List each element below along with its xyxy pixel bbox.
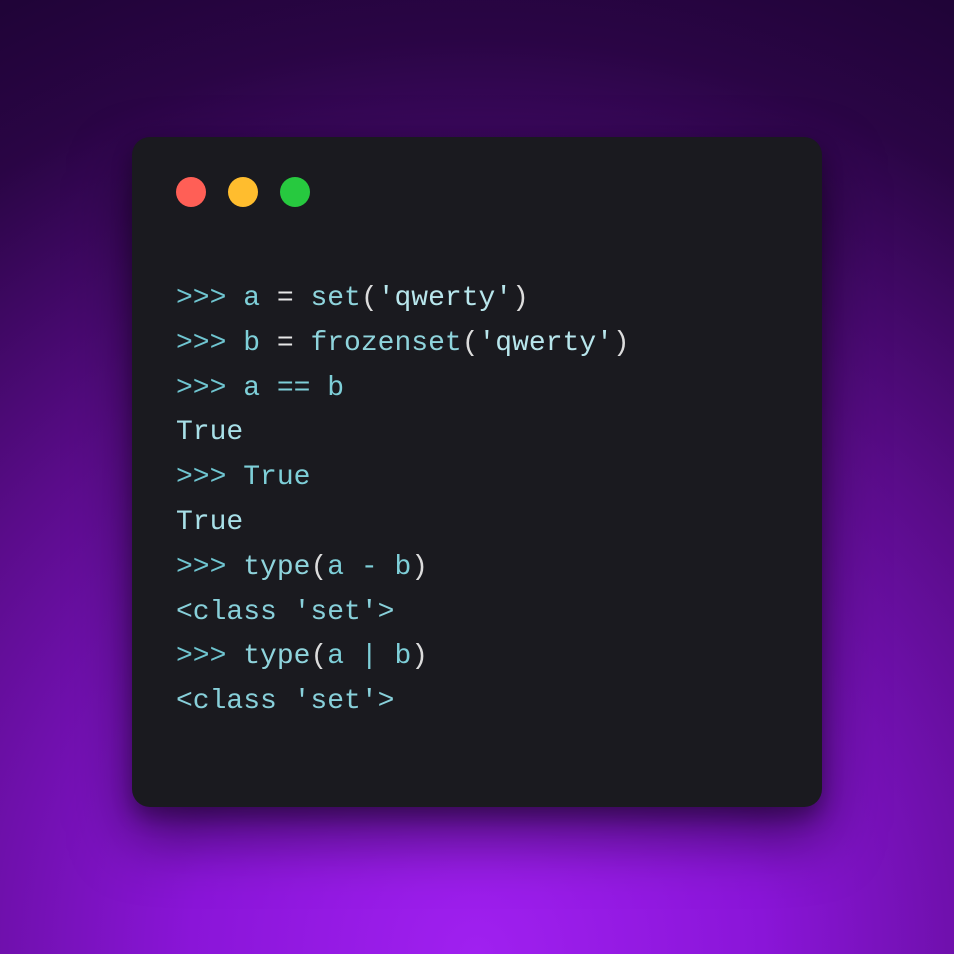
function-call: type — [243, 641, 310, 672]
paren: ( — [310, 552, 327, 583]
close-icon[interactable] — [176, 177, 206, 207]
prompt: >>> — [176, 462, 243, 493]
code-line: >>> type(a | b) — [176, 635, 778, 680]
string-literal: 'qwerty' — [378, 283, 512, 314]
paren: ( — [361, 283, 378, 314]
expression: True — [243, 462, 310, 493]
expression: a == b — [243, 373, 344, 404]
code-line: >>> a == b — [176, 367, 778, 412]
expression: a - b — [327, 552, 411, 583]
variable: a — [243, 283, 260, 314]
expression: a | b — [327, 641, 411, 672]
maximize-icon[interactable] — [280, 177, 310, 207]
prompt: >>> — [176, 552, 243, 583]
operator: = — [260, 283, 310, 314]
code-line: >>> type(a - b) — [176, 546, 778, 591]
function-call: type — [243, 552, 310, 583]
paren: ) — [512, 283, 529, 314]
terminal-window: >>> a = set('qwerty')>>> b = frozenset('… — [132, 137, 822, 807]
code-line: >>> b = frozenset('qwerty') — [176, 322, 778, 367]
output-line: <class 'set'> — [176, 591, 778, 636]
string-literal: 'qwerty' — [479, 328, 613, 359]
variable: b — [243, 328, 260, 359]
code-line: >>> True — [176, 456, 778, 501]
minimize-icon[interactable] — [228, 177, 258, 207]
paren: ( — [310, 641, 327, 672]
function-call: frozenset — [310, 328, 461, 359]
prompt: >>> — [176, 328, 243, 359]
paren: ) — [411, 641, 428, 672]
output-line: <class 'set'> — [176, 680, 778, 725]
code-line: >>> a = set('qwerty') — [176, 277, 778, 322]
output-line: True — [176, 411, 778, 456]
function-call: set — [310, 283, 360, 314]
traffic-lights — [132, 177, 822, 237]
paren: ) — [613, 328, 630, 359]
paren: ) — [411, 552, 428, 583]
prompt: >>> — [176, 641, 243, 672]
paren: ( — [462, 328, 479, 359]
prompt: >>> — [176, 373, 243, 404]
output-line: True — [176, 501, 778, 546]
code-area[interactable]: >>> a = set('qwerty')>>> b = frozenset('… — [132, 237, 822, 745]
operator: = — [260, 328, 310, 359]
prompt: >>> — [176, 283, 243, 314]
